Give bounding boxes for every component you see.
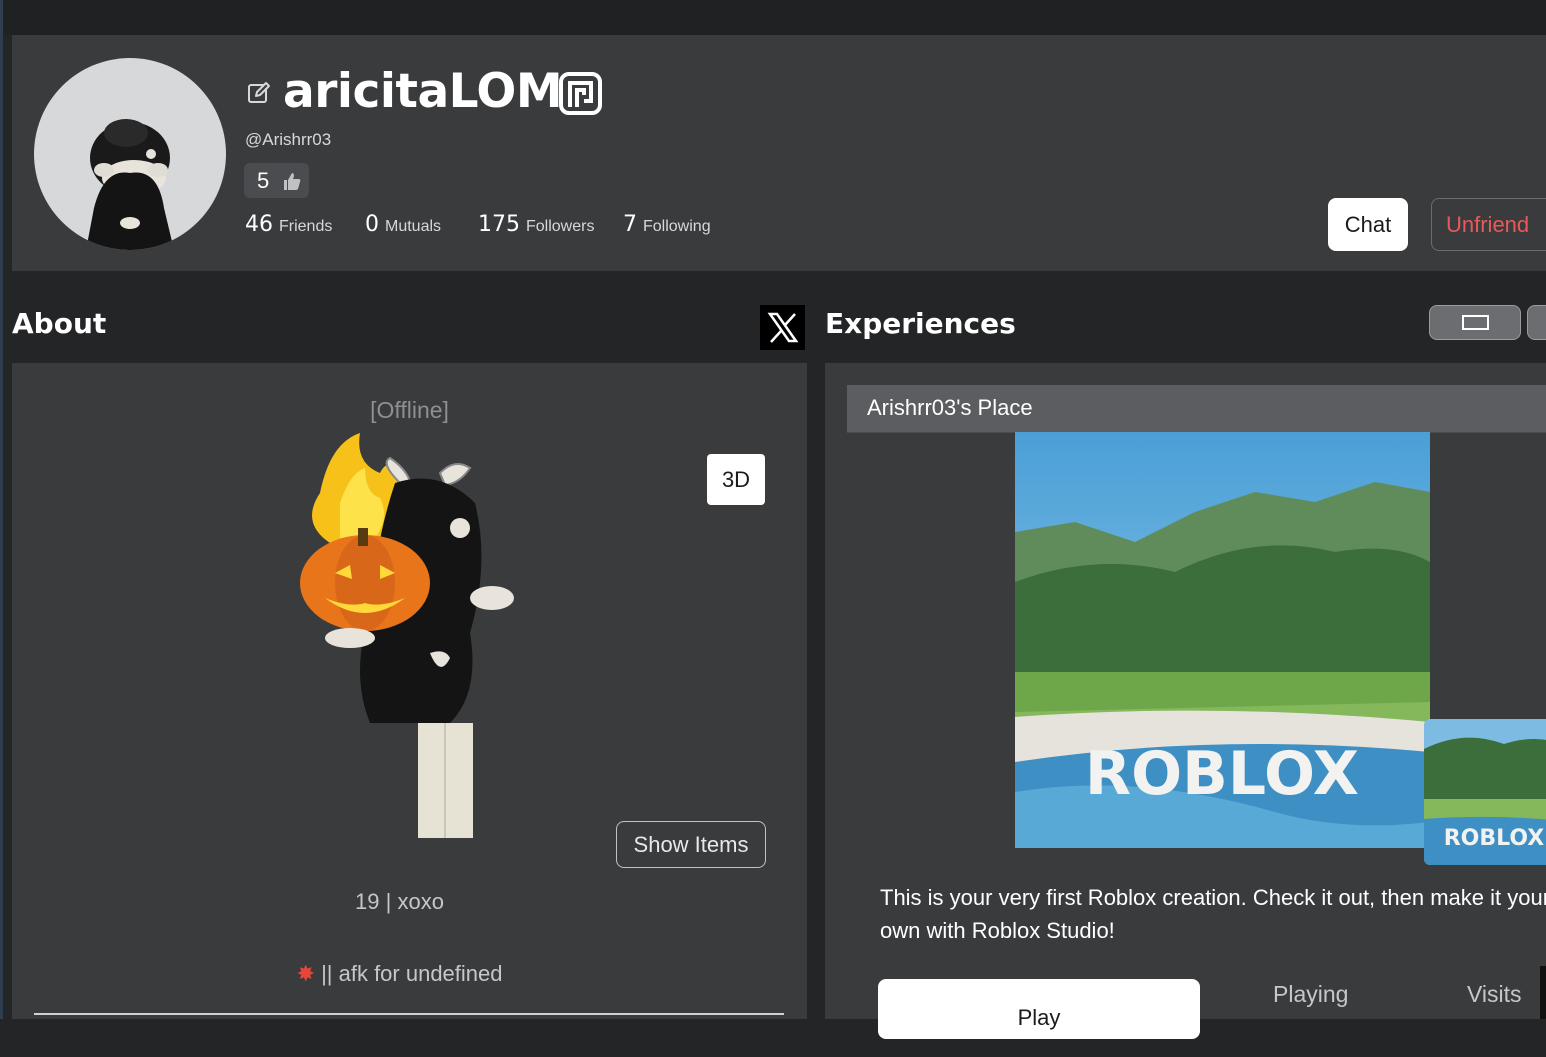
premium-icon [558,71,603,116]
bio-line-text: || afk for undefined [321,961,503,986]
avatar[interactable] [34,58,226,250]
rating-badge: 5 [244,163,309,198]
experiences-panel: Arishrr03's Place ROBLOX ROBLOX This is … [825,363,1546,1039]
stat-mutuals[interactable]: 0 Mutuals [365,210,441,240]
stat-followers[interactable]: 175 Followers [478,210,594,240]
unfriend-button[interactable]: Unfriend [1431,198,1546,251]
presence-status: [Offline] [370,397,449,423]
visits-stat-label: Visits [1467,981,1522,1007]
stat-count: 0 [365,212,379,237]
x-social-icon[interactable] [760,305,805,350]
avatar-full-body [300,433,514,838]
about-panel: [Offline] 3D Show Items 19 | xoxo ✸ || a… [12,363,807,1019]
bio-line: ✸ || afk for undefined [12,961,787,987]
place-title-bar[interactable]: Arishrr03's Place [847,385,1546,433]
chat-button[interactable]: Chat [1328,198,1408,251]
list-view-button[interactable] [1527,305,1546,340]
scrollbar[interactable] [1540,966,1546,1019]
stat-label: Friends [279,218,333,235]
top-bar [0,0,1546,35]
bio-line: 19 | xoxo [355,889,444,914]
profile-header [12,35,1546,271]
stat-label: Following [643,218,711,235]
play-button[interactable]: Play [878,979,1200,1039]
playing-stat-label: Playing [1273,981,1349,1007]
window-edge [0,0,3,1019]
avatar-headshot [86,119,174,250]
stat-label: Followers [526,218,595,235]
stat-count: 7 [623,212,637,237]
place-thumbnail[interactable]: ROBLOX [1015,432,1430,848]
collision-icon: ✸ [296,961,315,986]
thumbs-up-icon [282,171,302,191]
edit-icon[interactable] [246,80,272,106]
stat-following[interactable]: 7 Following [623,210,711,240]
about-title: About [12,307,107,340]
rating-count: 5 [257,168,270,193]
display-name: aricitaLOM [283,64,563,119]
show-items-button[interactable]: Show Items [616,821,766,868]
username: @Arishrr03 [245,130,332,149]
divider [34,1013,784,1015]
place-name: Arishrr03's Place [867,395,1033,420]
slideshow-icon [1462,315,1489,330]
stat-friends[interactable]: 46 Friends [245,210,332,240]
grid-view-button[interactable] [1429,305,1521,340]
stat-label: Mutuals [385,218,442,235]
thumbnail-logo-text: ROBLOX [1085,739,1359,809]
thumbnail-logo-text: ROBLOX [1444,826,1545,851]
stat-count: 46 [245,212,273,237]
stat-count: 175 [478,212,520,237]
place-thumbnail-secondary[interactable]: ROBLOX [1424,719,1546,865]
toggle-3d-button[interactable]: 3D [707,454,765,505]
experiences-title: Experiences [825,307,1016,340]
place-description: This is your very first Roblox creation.… [880,885,1546,943]
